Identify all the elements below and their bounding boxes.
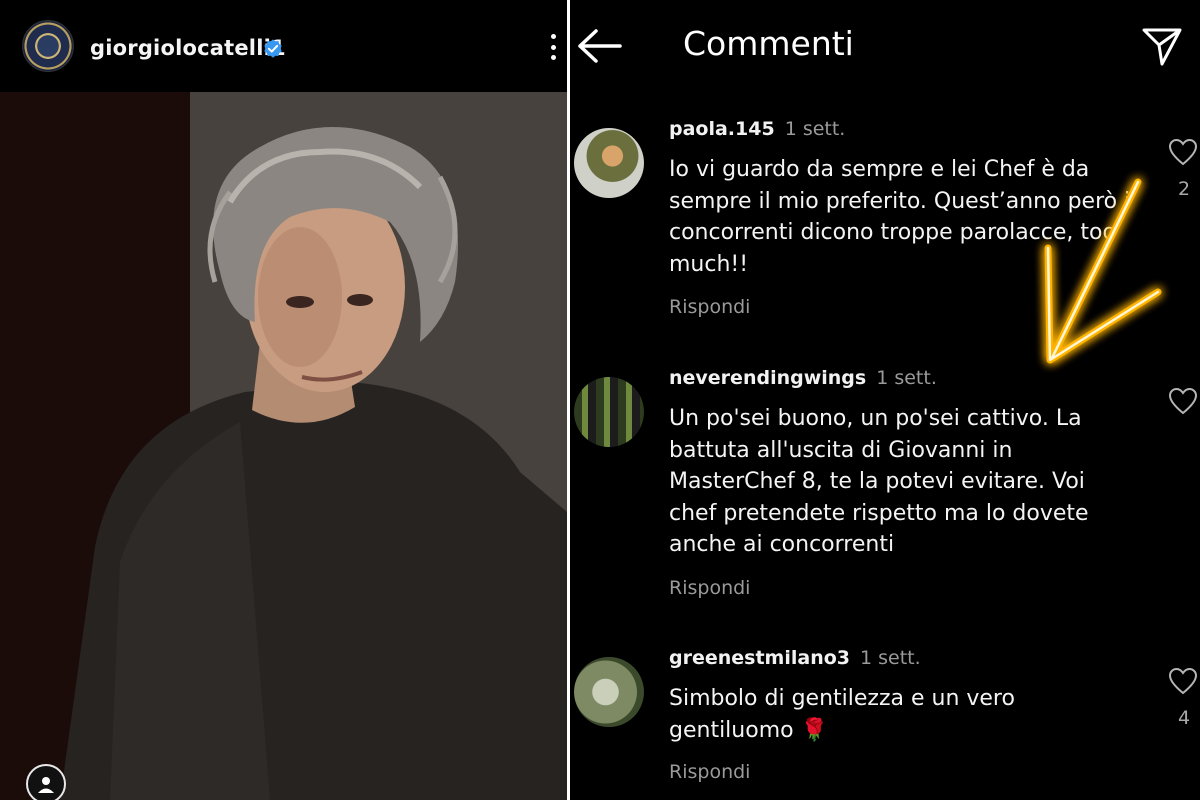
reply-button[interactable]: Rispondi (669, 577, 750, 599)
more-options-icon[interactable] (545, 30, 561, 64)
heart-icon[interactable] (1168, 667, 1198, 695)
post-header: giorgiolocatelli1 (0, 0, 567, 92)
back-arrow-icon[interactable] (576, 28, 622, 64)
like-count: 4 (1177, 707, 1191, 729)
comment-time: 1 sett. (860, 647, 921, 669)
send-icon[interactable] (1140, 24, 1184, 68)
reply-button[interactable]: Rispondi (669, 761, 750, 783)
comment-text: Un po'sei buono, un po'sei cattivo. La b… (669, 406, 1089, 557)
comments-panel: Commenti paola.145 1 sett. Io vi guardo d… (570, 0, 1200, 800)
post-panel: giorgiolocatelli1 (0, 0, 567, 800)
comment-text: Simbolo di gentilezza e un vero gentiluo… (669, 686, 1015, 743)
comment-header: paola.145 1 sett. (669, 118, 845, 140)
profile-avatar[interactable] (22, 20, 74, 72)
commenter-avatar[interactable] (574, 128, 644, 198)
tagged-people-icon[interactable] (26, 764, 66, 800)
page-title: Commenti (683, 24, 854, 63)
comment-username[interactable]: paola.145 (669, 118, 775, 140)
verified-badge-icon (264, 39, 282, 58)
comment-text: Io vi guardo da sempre e lei Chef è da s… (669, 157, 1131, 277)
commenter-avatar[interactable] (574, 657, 644, 727)
comment-username[interactable]: greenestmilano3 (669, 647, 850, 669)
heart-icon[interactable] (1168, 387, 1198, 415)
comment-header: neverendingwings 1 sett. (669, 367, 937, 389)
comment-time: 1 sett. (876, 367, 937, 389)
post-username[interactable]: giorgiolocatelli1 (90, 36, 286, 60)
reply-button[interactable]: Rispondi (669, 296, 750, 318)
commenter-avatar[interactable] (574, 377, 644, 447)
heart-icon[interactable] (1168, 138, 1198, 166)
comment-time: 1 sett. (784, 118, 846, 140)
comment-username[interactable]: neverendingwings (669, 367, 866, 389)
like-count: 2 (1177, 178, 1191, 200)
comment-header: greenestmilano3 1 sett. (669, 647, 921, 669)
post-photo (0, 92, 567, 800)
